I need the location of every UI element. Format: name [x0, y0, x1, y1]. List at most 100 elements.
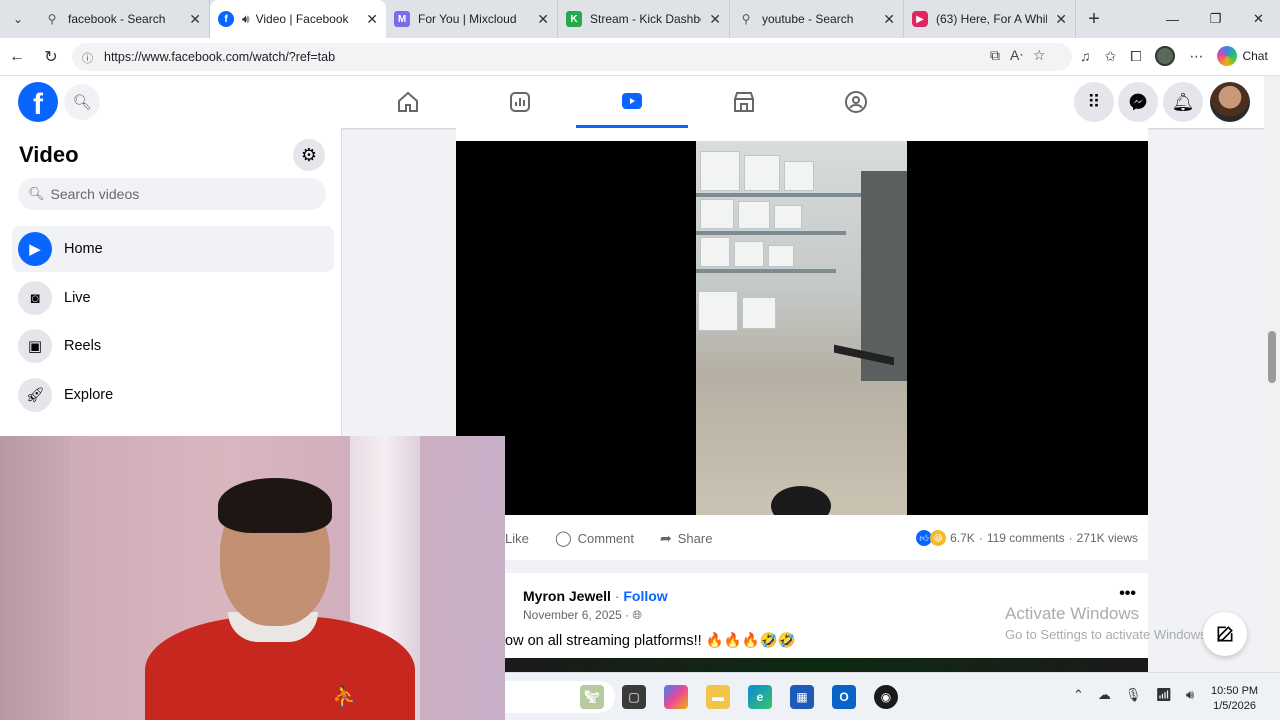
onedrive-icon[interactable]: ☁	[1098, 687, 1111, 703]
groups-icon	[845, 91, 867, 113]
follow-button[interactable]: Follow	[623, 588, 667, 604]
share-label: Share	[677, 530, 713, 546]
back-button[interactable]: ←	[0, 40, 34, 74]
tab-youtube-search[interactable]: ⚲ youtube - Search ✕	[730, 0, 904, 38]
copilot-chat-button[interactable]: Chat	[1217, 46, 1268, 66]
minimize-icon[interactable]: —	[1151, 0, 1194, 38]
comment-button[interactable]: ◯ Comment	[555, 529, 634, 547]
search-icon[interactable]: 🔍︎	[64, 84, 100, 120]
close-icon[interactable]: ✕	[537, 11, 549, 28]
close-icon[interactable]: ✕	[366, 11, 378, 28]
close-icon[interactable]: ✕	[883, 11, 895, 28]
reaction-count[interactable]: 6.7K	[950, 531, 975, 545]
share-button[interactable]: ➦ Share	[660, 530, 712, 547]
tab-kick-dashboard[interactable]: K Stream - Kick Dashboard ✕	[558, 0, 730, 38]
home-icon	[398, 91, 418, 112]
new-tab-button[interactable]: +	[1076, 0, 1112, 38]
tab-actions-menu-icon[interactable]: ⌄	[0, 0, 36, 38]
comment-count[interactable]: 119 comments	[987, 531, 1065, 545]
nav-video-icon[interactable]	[576, 76, 688, 128]
sidebar-item-label: Reels	[64, 338, 102, 354]
post-date[interactable]: November 6, 2025	[523, 608, 622, 622]
system-tray: ⌃ ☁ 🎙︎ 📶︎ 🔊︎	[1073, 687, 1194, 703]
volume-icon[interactable]: 🔊︎	[1186, 687, 1194, 703]
tab-facebook-search[interactable]: ⚲ facebook - Search ✕	[36, 0, 210, 38]
favorites-icon[interactable]: ✩	[1105, 48, 1117, 65]
wifi-icon[interactable]: 📶︎	[1155, 687, 1172, 703]
post-separator: ·	[625, 608, 630, 622]
logo-letter: f	[33, 88, 43, 121]
tab-mixcloud[interactable]: M For You | Mixcloud ✕	[386, 0, 558, 38]
edge-browser-icon[interactable]: e	[748, 685, 772, 709]
sidebar-item-label: Home	[64, 241, 103, 257]
settings-gear-icon[interactable]: ⚙	[293, 139, 325, 171]
reload-button[interactable]: ↻	[34, 40, 68, 74]
open-in-app-icon[interactable]: ⧉	[990, 47, 1000, 64]
more-icon[interactable]: ⋯	[1189, 48, 1203, 65]
nav-groups-icon[interactable]	[800, 76, 912, 128]
browser-toolbar: ♫ ✩ ⧠ ⋯ Chat	[1080, 46, 1268, 66]
sidebar-item-live[interactable]: ◙ Live	[12, 275, 334, 321]
media-control-icon[interactable]: ♫	[1080, 48, 1091, 64]
close-icon[interactable]: ✕	[189, 11, 201, 28]
chevron-up-icon[interactable]: ⌃	[1073, 687, 1084, 703]
microphone-icon[interactable]: 🎙︎	[1125, 687, 1142, 703]
tab-title: For You | Mixcloud	[418, 12, 517, 26]
post-text: ow on all streaming platforms!! 🔥🔥🔥🤣🤣	[505, 633, 796, 649]
profile-avatar[interactable]	[1210, 82, 1250, 122]
page-scrollbar[interactable]	[1264, 76, 1280, 672]
close-icon[interactable]: ✕	[709, 11, 721, 28]
favorite-star-icon[interactable]: ☆	[1033, 47, 1046, 64]
box	[700, 199, 734, 229]
store-icon[interactable]: ▦	[790, 685, 814, 709]
messenger-icon[interactable]	[1118, 82, 1158, 122]
notifications-bell-icon[interactable]: 🔔︎	[1163, 82, 1203, 122]
dashboard-icon	[510, 92, 530, 112]
obs-icon[interactable]: ◉	[874, 685, 898, 709]
close-icon[interactable]: ✕	[1055, 11, 1067, 28]
read-aloud-icon[interactable]: Aᐧ	[1010, 47, 1023, 64]
like-button[interactable]: Like	[505, 531, 529, 546]
close-window-icon[interactable]: ✕	[1237, 0, 1280, 38]
dinosaur-widget-icon[interactable]: 🦖︎	[580, 685, 604, 709]
facebook-logo[interactable]: f	[18, 82, 58, 122]
post-media-preview[interactable]	[505, 658, 1148, 673]
new-message-button[interactable]	[1203, 612, 1247, 656]
clock-date: 1/5/2026	[1213, 700, 1256, 712]
copilot-icon	[1217, 46, 1238, 66]
comment-label: Comment	[577, 530, 635, 546]
tab-video-facebook[interactable]: f 🔊︎ Video | Facebook ✕	[210, 0, 386, 38]
scrollbar-thumb[interactable]	[1268, 331, 1276, 383]
collections-icon[interactable]: ⧠	[1130, 48, 1141, 65]
nav-marketplace-icon[interactable]	[688, 76, 800, 128]
sidebar-item-reels[interactable]: ▣ Reels	[12, 323, 334, 369]
url-field[interactable]: ⓘ https://www.facebook.com/watch/?ref=ta…	[72, 43, 1072, 71]
taskbar-clock[interactable]: 10:50 PM 1/5/2026	[1211, 684, 1258, 714]
browser-profile-avatar[interactable]	[1155, 46, 1176, 66]
speaker-icon[interactable]: 🔊︎	[242, 12, 250, 27]
post-date-line: November 6, 2025 · 🌐︎	[523, 608, 642, 623]
task-view-icon[interactable]: ▢	[622, 685, 646, 709]
outlook-icon[interactable]: O	[832, 685, 856, 709]
tab-youtube-video[interactable]: ▶ (63) Here, For A Whil (pi ✕	[904, 0, 1076, 38]
sidebar-item-explore[interactable]: 🚀︎ Explore	[12, 372, 334, 418]
site-info-icon[interactable]: ⓘ	[82, 50, 96, 65]
search-icon: ⚲	[47, 12, 57, 26]
sidebar-item-home[interactable]: ▶ Home	[12, 226, 334, 272]
nav-dashboard-icon[interactable]	[464, 76, 576, 128]
box	[774, 205, 802, 229]
windows-taskbar: 🦖︎ ▢ ▬ e ▦ O ◉ ⌃ ☁ 🎙︎ 📶︎ 🔊︎ 10:50 PM 1/5…	[505, 672, 1280, 720]
file-explorer-icon[interactable]: ▬	[706, 685, 730, 709]
search-videos-input[interactable]: 🔍︎ Search videos	[18, 178, 326, 210]
address-bar-row: ← ↻ ⓘ https://www.facebook.com/watch/?re…	[0, 38, 1280, 76]
nav-home-icon[interactable]	[352, 76, 464, 128]
menu-grid-icon[interactable]: ⠿	[1074, 82, 1114, 122]
restore-icon[interactable]: ❐	[1194, 0, 1237, 38]
copilot-app-icon[interactable]	[664, 685, 688, 709]
post-more-options-button[interactable]: •••	[1119, 585, 1136, 603]
post-separator: ·	[614, 588, 620, 604]
video-player[interactable]	[456, 141, 1148, 515]
haha-reaction-icon: 😆︎	[930, 530, 947, 546]
post-author[interactable]: Myron Jewell	[523, 588, 611, 604]
youtube-icon: ▶	[912, 11, 928, 27]
